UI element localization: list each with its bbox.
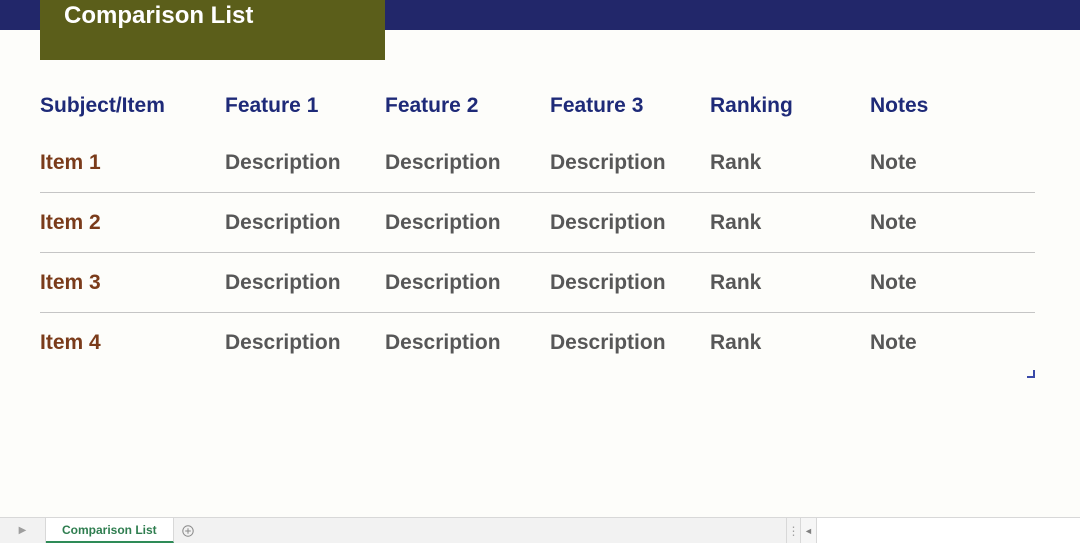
cell-item-name[interactable]: Item 2 (40, 211, 225, 235)
add-sheet-button[interactable] (174, 518, 202, 543)
footer-spacer (202, 518, 786, 543)
cell-ranking[interactable]: Rank (710, 151, 870, 175)
page-title: Comparison List (64, 2, 253, 30)
col-feature1: Feature 1 (225, 94, 385, 118)
cell-notes[interactable]: Note (870, 271, 1030, 295)
splitter-grip-icon[interactable]: ⋮ (786, 518, 800, 543)
horizontal-scrollbar[interactable]: ◄ (800, 518, 1080, 543)
cell-feature1[interactable]: Description (225, 211, 385, 235)
table-row[interactable]: Item 3 Description Description Descripti… (40, 253, 1035, 313)
cell-feature3[interactable]: Description (550, 151, 710, 175)
selection-corner-icon (1027, 370, 1035, 378)
cell-item-name[interactable]: Item 1 (40, 151, 225, 175)
cell-feature3[interactable]: Description (550, 211, 710, 235)
scroll-track[interactable] (817, 518, 1080, 543)
cell-ranking[interactable]: Rank (710, 271, 870, 295)
cell-feature3[interactable]: Description (550, 331, 710, 355)
sheet-nav-button[interactable]: ▶ (0, 518, 46, 543)
col-ranking: Ranking (710, 94, 870, 118)
cell-feature1[interactable]: Description (225, 151, 385, 175)
table-row[interactable]: Item 1 Description Description Descripti… (40, 133, 1035, 193)
col-notes: Notes (870, 94, 1030, 118)
cell-feature2[interactable]: Description (385, 211, 550, 235)
cell-notes[interactable]: Note (870, 331, 1030, 355)
cell-feature1[interactable]: Description (225, 331, 385, 355)
cell-feature3[interactable]: Description (550, 271, 710, 295)
sheet-tab-bar: ▶ Comparison List ⋮ ◄ (0, 517, 1080, 543)
cell-item-name[interactable]: Item 4 (40, 331, 225, 355)
table-header-row: Subject/Item Feature 1 Feature 2 Feature… (40, 78, 1035, 133)
cell-notes[interactable]: Note (870, 151, 1030, 175)
scroll-left-icon[interactable]: ◄ (801, 518, 817, 543)
cell-feature1[interactable]: Description (225, 271, 385, 295)
cell-feature2[interactable]: Description (385, 331, 550, 355)
col-feature3: Feature 3 (550, 94, 710, 118)
col-subject: Subject/Item (40, 94, 225, 118)
col-feature2: Feature 2 (385, 94, 550, 118)
cell-feature2[interactable]: Description (385, 271, 550, 295)
sheet-tab-comparison-list[interactable]: Comparison List (46, 518, 174, 543)
table-row[interactable]: Item 2 Description Description Descripti… (40, 193, 1035, 253)
title-block: Comparison List (40, 0, 385, 60)
cell-notes[interactable]: Note (870, 211, 1030, 235)
plus-icon (182, 525, 194, 537)
table-row[interactable]: Item 4 Description Description Descripti… (40, 313, 1035, 373)
cell-feature2[interactable]: Description (385, 151, 550, 175)
cell-ranking[interactable]: Rank (710, 331, 870, 355)
comparison-table: Subject/Item Feature 1 Feature 2 Feature… (40, 78, 1035, 373)
cell-ranking[interactable]: Rank (710, 211, 870, 235)
cell-item-name[interactable]: Item 3 (40, 271, 225, 295)
